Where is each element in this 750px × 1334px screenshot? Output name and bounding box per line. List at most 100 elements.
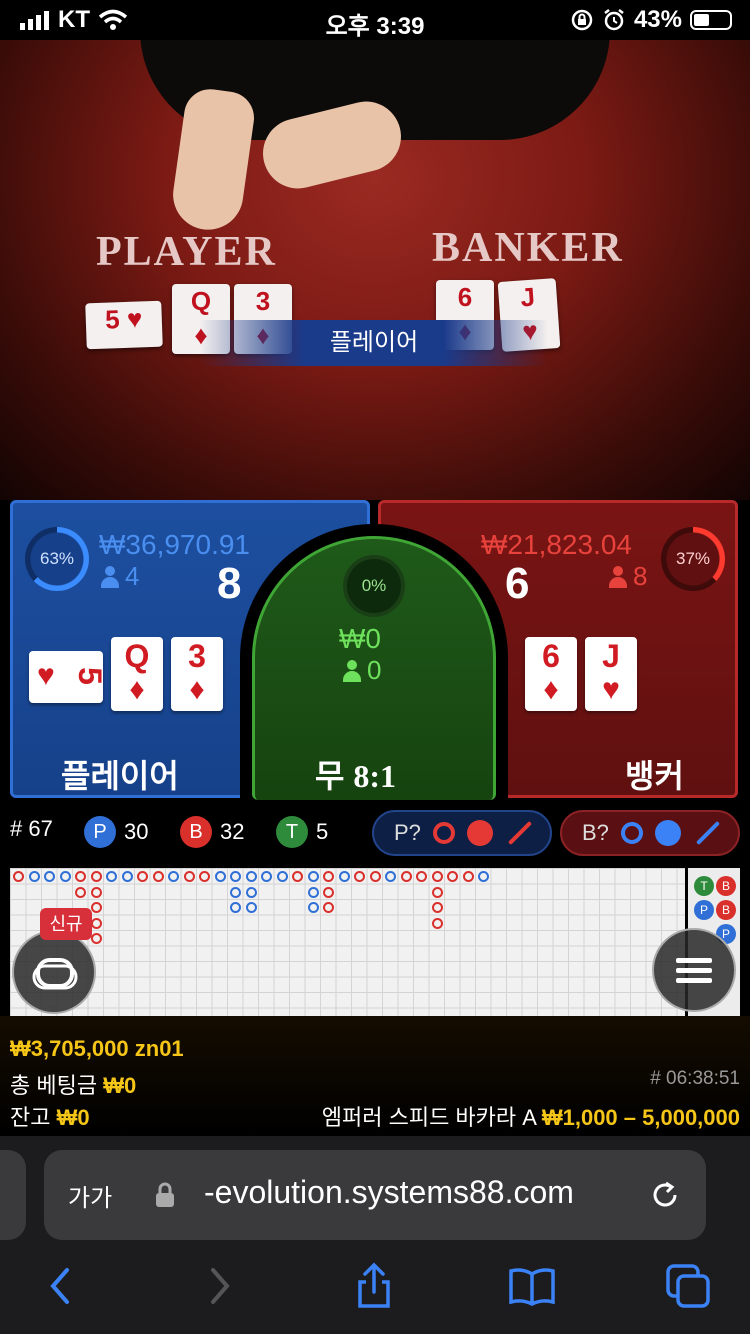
player-road-dot xyxy=(261,871,272,882)
player-road-dot xyxy=(59,871,71,882)
stats-row: # 67 P 30 B 32 T5 P? B? xyxy=(0,806,750,860)
player-road-dot xyxy=(478,871,489,882)
player-amount: ₩36,970.91 xyxy=(99,529,250,560)
player-label: 플레이어 xyxy=(61,758,179,794)
tie-percent-ring: 0% xyxy=(343,555,405,617)
url-text: -evolution.systems88.com xyxy=(204,1174,574,1210)
player-predict-button[interactable]: P? xyxy=(372,810,552,856)
tie-wins-count: 5 xyxy=(316,819,329,844)
banker-road-dot xyxy=(354,871,365,882)
player-road-dot xyxy=(276,871,288,882)
banker-road-dot xyxy=(369,871,381,882)
round-number: # 67 xyxy=(10,816,53,841)
player-card-2: Q ♦ xyxy=(111,637,163,711)
address-bar[interactable]: 가가 -evolution.systems88.com xyxy=(44,1150,706,1240)
player-road-dot xyxy=(121,871,133,882)
player-road-dot xyxy=(307,871,319,882)
table-banker-label: BANKER xyxy=(432,225,624,271)
side-badge-banker: B xyxy=(716,876,736,896)
status-bar: KT 오후 3:39 43% xyxy=(0,0,750,40)
player-road-dot xyxy=(245,871,257,882)
menu-button[interactable] xyxy=(652,928,736,1012)
banker-label: 뱅커 xyxy=(625,758,684,794)
banker-road-dot xyxy=(431,917,443,929)
reader-aa-button[interactable]: 가가 xyxy=(68,1178,112,1213)
banker-road-dot xyxy=(152,871,164,882)
cockroach-slash-icon xyxy=(507,820,532,846)
banker-wins-count: 32 xyxy=(220,819,245,844)
player-card-3: 3 ♦ xyxy=(171,637,223,711)
banker-road-dot xyxy=(137,871,148,882)
banker-road-dot xyxy=(400,871,412,882)
share-icon xyxy=(358,1262,390,1308)
banker-road-dot xyxy=(90,871,102,882)
forward-button[interactable] xyxy=(196,1262,244,1310)
player-road-dot xyxy=(106,871,117,882)
player-road-dot xyxy=(168,871,179,882)
player-road-dot xyxy=(230,902,241,913)
banker-predict-button[interactable]: B? xyxy=(560,810,740,856)
banker-road-dot xyxy=(199,871,210,882)
player-road-dot xyxy=(44,871,55,882)
banker-road-dot xyxy=(13,871,24,882)
previous-tab-stub[interactable] xyxy=(0,1150,26,1240)
player-road-dot xyxy=(230,886,241,898)
reload-icon[interactable] xyxy=(648,1178,682,1212)
hamburger-icon xyxy=(676,958,712,983)
player-road-dot xyxy=(245,886,257,898)
player-percent-ring: 63% xyxy=(25,527,89,591)
banker-predict-label: B? xyxy=(582,820,609,845)
roadmap-grid[interactable] xyxy=(10,868,685,1016)
player-road-dot xyxy=(307,902,319,913)
banker-score: 6 xyxy=(505,559,530,608)
banker-road-dot xyxy=(431,871,443,882)
book-icon xyxy=(509,1268,555,1306)
back-chevron-icon xyxy=(50,1268,69,1304)
player-road-dot xyxy=(338,871,350,882)
big-road-circle-icon xyxy=(432,822,455,844)
player-bettors-count: 4 xyxy=(125,561,140,591)
banker-card-2: J ♥ xyxy=(585,637,637,711)
new-tag: 신규 xyxy=(40,908,92,940)
player-road-dot xyxy=(230,871,241,882)
big-road-circle-icon xyxy=(620,822,643,844)
banker-road-dot xyxy=(75,871,86,882)
video-player-card-1: 5 ♥ xyxy=(85,300,163,350)
banker-percent-ring: 37% xyxy=(661,527,725,591)
user-icon xyxy=(101,565,119,588)
banker-bettors-count: 8 xyxy=(633,561,648,591)
total-bet: 총 베팅금 ₩0 xyxy=(10,1073,137,1098)
tabs-button[interactable] xyxy=(664,1262,712,1310)
banker-road-dot xyxy=(75,886,86,898)
bet-area: 63% ₩36,970.91 4 8 ♥ 5 Q ♦ 3 ♦ 플레이어 ₩21,823… xyxy=(0,500,750,800)
player-road-dot xyxy=(245,902,257,913)
banker-road-dot xyxy=(447,871,458,882)
tie-bet-spot[interactable]: 0% ₩0 0 무 8:1 xyxy=(240,524,508,800)
rotation-lock-icon xyxy=(571,9,593,31)
banker-amount: ₩21,823.04 xyxy=(481,529,632,560)
player-badge-icon: P xyxy=(84,816,116,848)
back-button[interactable] xyxy=(36,1262,84,1310)
big-eye-dot-icon xyxy=(654,820,681,846)
status-right: 43% xyxy=(570,6,732,34)
battery-fill xyxy=(694,14,709,26)
table-info: 엠퍼러 스피드 바카라 A ₩1,000 – 5,000,000 xyxy=(321,1105,740,1130)
share-button[interactable] xyxy=(350,1262,398,1310)
side-badge-banker: B xyxy=(716,900,736,920)
player-wins: P 30 xyxy=(84,816,148,848)
banker-road-dot xyxy=(183,871,195,882)
lobby-button[interactable] xyxy=(12,930,96,1014)
banker-road-dot xyxy=(90,886,102,898)
tie-wins: T5 xyxy=(276,816,328,848)
result-banner: 플레이어 xyxy=(200,320,548,366)
banker-road-dot xyxy=(462,871,474,882)
battery-icon xyxy=(690,10,732,30)
banker-road-dot xyxy=(90,902,102,913)
banker-road-dot xyxy=(431,902,443,913)
cockroach-slash-icon xyxy=(695,820,720,846)
bookmarks-button[interactable] xyxy=(508,1262,556,1310)
lock-icon xyxy=(156,1182,174,1207)
tie-bet-panel: 0% ₩0 0 무 8:1 xyxy=(252,536,496,800)
tie-bettors: 0 xyxy=(343,655,381,686)
forward-chevron-icon xyxy=(211,1268,230,1304)
